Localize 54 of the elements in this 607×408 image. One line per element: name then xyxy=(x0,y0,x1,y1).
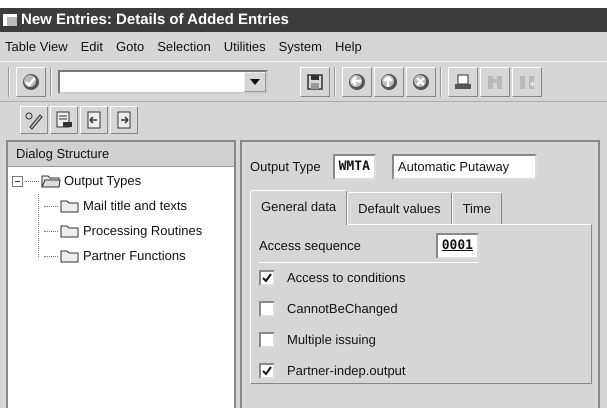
menu-item[interactable]: Selection xyxy=(157,36,211,56)
access-sequence-field[interactable]: 0001 xyxy=(436,233,479,258)
back-icon[interactable] xyxy=(347,72,367,92)
details-icon[interactable] xyxy=(54,110,74,130)
check-button[interactable] xyxy=(16,66,46,96)
window-icon xyxy=(2,12,18,28)
command-field[interactable] xyxy=(58,70,268,94)
cancel-button[interactable] xyxy=(406,66,436,96)
field-label: Output Type xyxy=(250,158,321,176)
menu-item[interactable]: Table View xyxy=(5,36,68,56)
checkbox[interactable] xyxy=(259,301,275,317)
menu-item[interactable]: Edit xyxy=(80,36,104,56)
checkbox-label: Access to conditions xyxy=(287,269,406,288)
print-button[interactable] xyxy=(448,66,478,96)
next-page-button[interactable] xyxy=(110,106,138,134)
tree-item[interactable]: Partner Functions xyxy=(83,246,186,266)
collapse-icon[interactable] xyxy=(12,176,23,186)
folder-icon xyxy=(60,248,80,264)
details-button[interactable] xyxy=(50,106,78,134)
menu-item[interactable]: Utilities xyxy=(224,36,266,56)
dropdown-icon[interactable] xyxy=(250,78,260,84)
panel-header: Dialog Structure xyxy=(8,142,234,166)
folder-icon xyxy=(60,223,80,239)
window-title: New Entries: Details of Added Entries xyxy=(21,10,289,30)
checkbox-label: CannotBeChanged xyxy=(287,300,398,318)
glasses-pencil-icon[interactable] xyxy=(24,110,44,130)
menu-item[interactable]: System xyxy=(278,36,322,56)
save-icon[interactable] xyxy=(305,72,325,92)
checkbox-label: Multiple issuing xyxy=(287,331,376,350)
previous-page-button[interactable] xyxy=(80,106,108,134)
output-type-field[interactable]: WMTA xyxy=(332,154,376,180)
menu-item[interactable]: Goto xyxy=(116,36,144,56)
tab[interactable]: Default values xyxy=(347,192,452,224)
tree-item[interactable]: Mail title and texts xyxy=(83,196,188,216)
checkbox[interactable] xyxy=(259,363,275,379)
field-label: Access sequence xyxy=(259,237,361,255)
save-button[interactable] xyxy=(300,66,330,96)
tab[interactable]: Time xyxy=(452,192,502,224)
cancel-icon[interactable] xyxy=(411,72,431,92)
tree-node[interactable]: Output Types xyxy=(64,171,142,191)
tab[interactable]: General data xyxy=(250,190,348,225)
back-button[interactable] xyxy=(342,66,372,96)
checkbox[interactable] xyxy=(259,270,275,286)
folder-icon xyxy=(60,198,80,214)
glasses-pencil-button[interactable] xyxy=(20,106,48,134)
description-field[interactable]: Automatic Putaway xyxy=(392,154,537,180)
checkbox[interactable] xyxy=(259,332,275,348)
open-folder-icon xyxy=(41,173,61,189)
print-icon[interactable] xyxy=(453,72,473,92)
check-icon[interactable] xyxy=(21,72,41,92)
tree-item[interactable]: Processing Routines xyxy=(83,221,202,241)
up-arrow-button[interactable] xyxy=(374,66,404,96)
checkbox-label: Partner-indep.output xyxy=(287,362,406,380)
menu-item[interactable]: Help xyxy=(334,36,362,56)
